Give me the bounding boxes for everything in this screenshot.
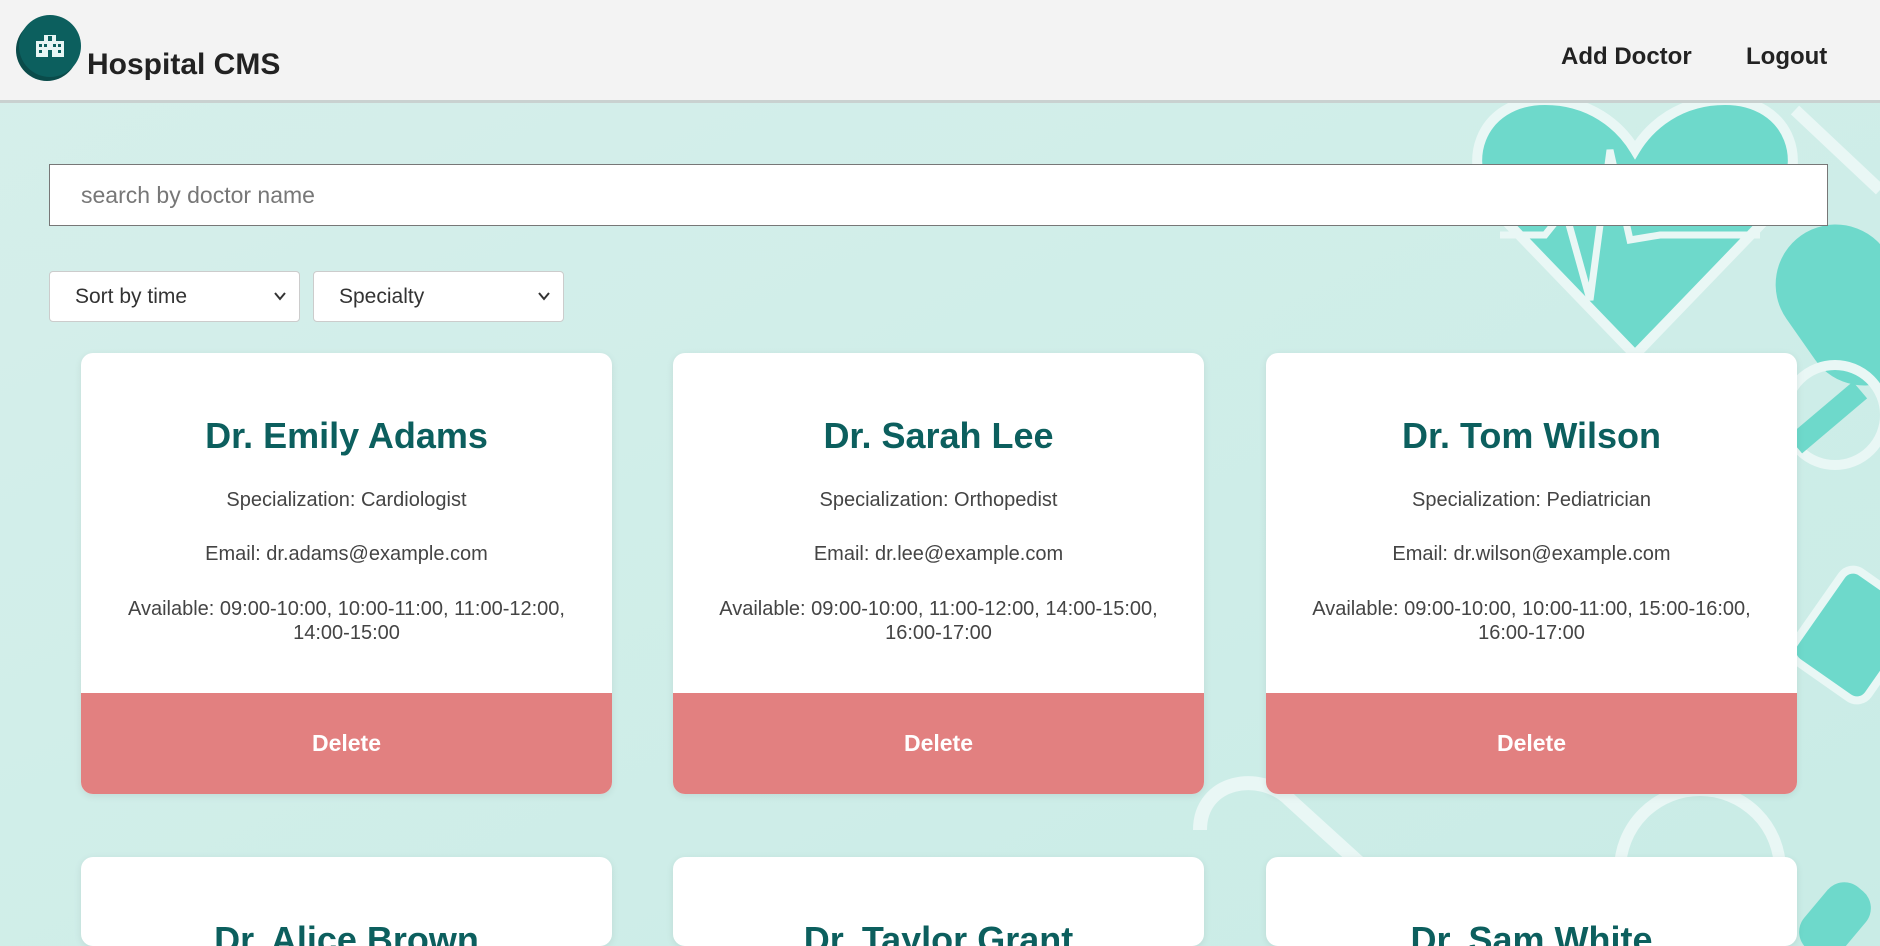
doctor-availability: Available: 09:00-10:00, 10:00-11:00, 11:…: [127, 598, 565, 644]
doctor-card: Dr. Sarah Lee Specialization: Orthopedis…: [673, 353, 1204, 794]
doctor-name: Dr. Sarah Lee: [823, 415, 1054, 456]
specialty-select[interactable]: Specialty: [313, 271, 564, 322]
search-input[interactable]: [49, 164, 1828, 226]
doctor-name: Dr. Tom Wilson: [1401, 415, 1661, 456]
doctor-specialization: Specialization: Orthopedist: [819, 489, 1058, 511]
specialty-select-value: Specialty: [339, 284, 425, 308]
delete-button[interactable]: Delete: [673, 693, 1204, 794]
doctor-card: Dr. Alice Brown: [81, 857, 612, 946]
doctor-availability: Available: 09:00-10:00, 10:00-11:00, 15:…: [1312, 598, 1751, 644]
doctor-name: Dr. Sam White: [1410, 919, 1653, 946]
sort-select[interactable]: Sort by time: [49, 271, 300, 322]
doctor-name: Dr. Alice Brown: [214, 919, 479, 946]
doctor-card: Dr. Emily Adams Specialization: Cardiolo…: [81, 353, 612, 794]
doctor-specialization: Specialization: Cardiologist: [226, 489, 467, 511]
doctor-name: Dr. Emily Adams: [205, 415, 488, 456]
chevron-down-icon: [274, 292, 286, 301]
doctor-email: Email: dr.lee@example.com: [813, 543, 1064, 565]
hospital-logo[interactable]: [19, 15, 81, 77]
delete-button[interactable]: Delete: [81, 693, 612, 794]
heart-icon: [1472, 94, 1798, 363]
doctor-specialization: Specialization: Pediatrician: [1411, 489, 1652, 511]
top-navbar: Hospital CMS Add Doctor Logout: [0, 0, 1880, 103]
doctor-card: Dr. Sam White: [1266, 857, 1797, 946]
add-doctor-link[interactable]: Add Doctor: [1561, 43, 1692, 71]
doctor-card: Dr. Tom Wilson Specialization: Pediatric…: [1266, 353, 1797, 794]
doctor-email: Email: dr.adams@example.com: [205, 543, 488, 565]
logout-link[interactable]: Logout: [1746, 43, 1827, 71]
doctor-card: Dr. Taylor Grant: [673, 857, 1204, 946]
hospital-icon: [36, 35, 64, 57]
sort-select-value: Sort by time: [75, 284, 188, 308]
doctor-name: Dr. Taylor Grant: [803, 919, 1074, 946]
delete-button[interactable]: Delete: [1266, 693, 1797, 794]
doctor-email: Email: dr.wilson@example.com: [1392, 543, 1671, 565]
chevron-down-icon: [538, 292, 550, 301]
doctor-availability: Available: 09:00-10:00, 11:00-12:00, 14:…: [719, 598, 1158, 644]
app-title: Hospital CMS: [87, 48, 281, 81]
